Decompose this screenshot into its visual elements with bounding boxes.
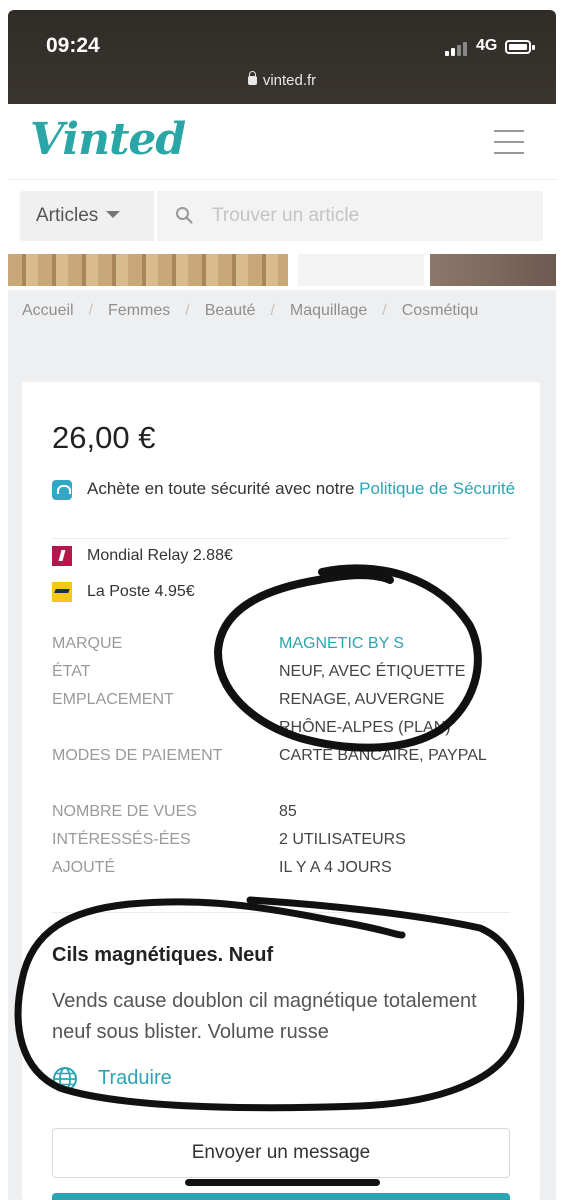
- network-type: 4G: [476, 37, 498, 54]
- secure-text: Achète en toute sécurité avec notre: [87, 479, 360, 498]
- category-label: Articles: [36, 205, 99, 226]
- site-header: Vinted: [8, 104, 556, 180]
- category-dropdown[interactable]: Articles: [20, 191, 154, 241]
- search-bar: Articles: [20, 191, 543, 241]
- item-description: Vends cause doublon cil magnétique total…: [52, 990, 477, 1043]
- search-icon: [176, 207, 193, 224]
- hamburger-menu-icon[interactable]: [494, 130, 524, 154]
- signal-icon: [445, 42, 471, 56]
- search-input[interactable]: [212, 202, 532, 230]
- item-title: Cils magnétiques. Neuf: [52, 944, 274, 966]
- item-photo[interactable]: [430, 254, 556, 286]
- translate-label: Traduire: [98, 1067, 172, 1089]
- breadcrumb-item[interactable]: Maquillage: [290, 302, 367, 319]
- send-message-button[interactable]: Envoyer un message: [52, 1128, 510, 1178]
- item-photo[interactable]: [8, 254, 288, 286]
- attribute-key: Nombre de vues: [52, 803, 197, 820]
- buy-button[interactable]: [52, 1193, 510, 1200]
- shipping-label: Mondial Relay 2.88€: [87, 547, 233, 564]
- shipping-label: La Poste 4.95€: [87, 583, 195, 600]
- address-bar[interactable]: vinted.fr: [8, 71, 556, 89]
- attribute-value: CARTE BANCAIRE, PAYPAL: [279, 747, 487, 764]
- attribute-key: Marque: [52, 635, 123, 652]
- attribute-row: Emplacement RENAGE, AUVERGNE RHÔNE-ALPES…: [52, 686, 522, 742]
- home-indicator[interactable]: [185, 1179, 380, 1186]
- url-text: vinted.fr: [262, 72, 317, 89]
- la-poste-logo: [52, 582, 72, 602]
- attribute-value: NEUF, AVEC ÉTIQUETTE: [279, 663, 466, 680]
- item-photo[interactable]: [298, 254, 424, 286]
- vinted-logo[interactable]: Vinted: [30, 114, 186, 165]
- breadcrumb-item[interactable]: Cosmétiqu: [402, 302, 478, 319]
- item-photo-strip[interactable]: [8, 254, 556, 286]
- breadcrumb-item[interactable]: Accueil: [22, 302, 74, 319]
- search-field[interactable]: [157, 191, 543, 241]
- divider: [52, 912, 510, 913]
- attribute-key: Intéressés-ées: [52, 831, 191, 848]
- attribute-value: 2 UTILISATEURS: [279, 831, 406, 848]
- location-value[interactable]: RENAGE, AUVERGNE RHÔNE-ALPES (PLAN): [279, 686, 509, 742]
- attribute-row: Nombre de vues 85: [52, 798, 522, 826]
- attribute-key: Modes de paiement: [52, 747, 223, 764]
- attribute-key: État: [52, 663, 91, 680]
- attribute-value: IL Y A 4 JOURS: [279, 859, 392, 876]
- breadcrumb-item[interactable]: Femmes: [108, 302, 170, 319]
- shield-icon: [52, 480, 72, 500]
- attribute-row: Ajouté IL Y A 4 JOURS: [52, 854, 522, 882]
- attribute-value: 85: [279, 803, 297, 820]
- item-details-card: 26,00 € Achète en toute sécurité avec no…: [22, 382, 540, 1200]
- clock: 09:24: [46, 34, 100, 57]
- divider: [52, 538, 510, 539]
- battery-icon: [505, 40, 535, 54]
- phone-status-bar: 09:24 4G vinted.fr: [8, 10, 556, 104]
- mondial-relay-logo: [52, 546, 72, 566]
- attribute-key: Ajouté: [52, 859, 116, 876]
- globe-icon: [53, 1067, 77, 1091]
- item-attributes: Marque MAGNETIC BY S État NEUF, AVEC ÉTI…: [52, 630, 522, 882]
- security-policy-link[interactable]: Politique de Sécurité: [359, 479, 515, 498]
- caret-down-icon: [106, 211, 121, 218]
- attribute-row: Marque MAGNETIC BY S: [52, 630, 522, 658]
- buyer-protection-notice: Achète en toute sécurité avec notre Poli…: [52, 476, 522, 501]
- attribute-row: Modes de paiement CARTE BANCAIRE, PAYPAL: [52, 742, 522, 798]
- attribute-row: Intéressés-ées 2 UTILISATEURS: [52, 826, 522, 854]
- brand-link[interactable]: MAGNETIC BY S: [279, 630, 509, 658]
- breadcrumb-item[interactable]: Beauté: [205, 302, 256, 319]
- attribute-row: État NEUF, AVEC ÉTIQUETTE: [52, 658, 522, 686]
- breadcrumb: Accueil / Femmes / Beauté / Maquillage / Cosméti…: [22, 302, 479, 319]
- item-price: 26,00 €: [52, 420, 156, 455]
- lock-icon: [247, 71, 257, 85]
- attribute-key: Emplacement: [52, 691, 174, 708]
